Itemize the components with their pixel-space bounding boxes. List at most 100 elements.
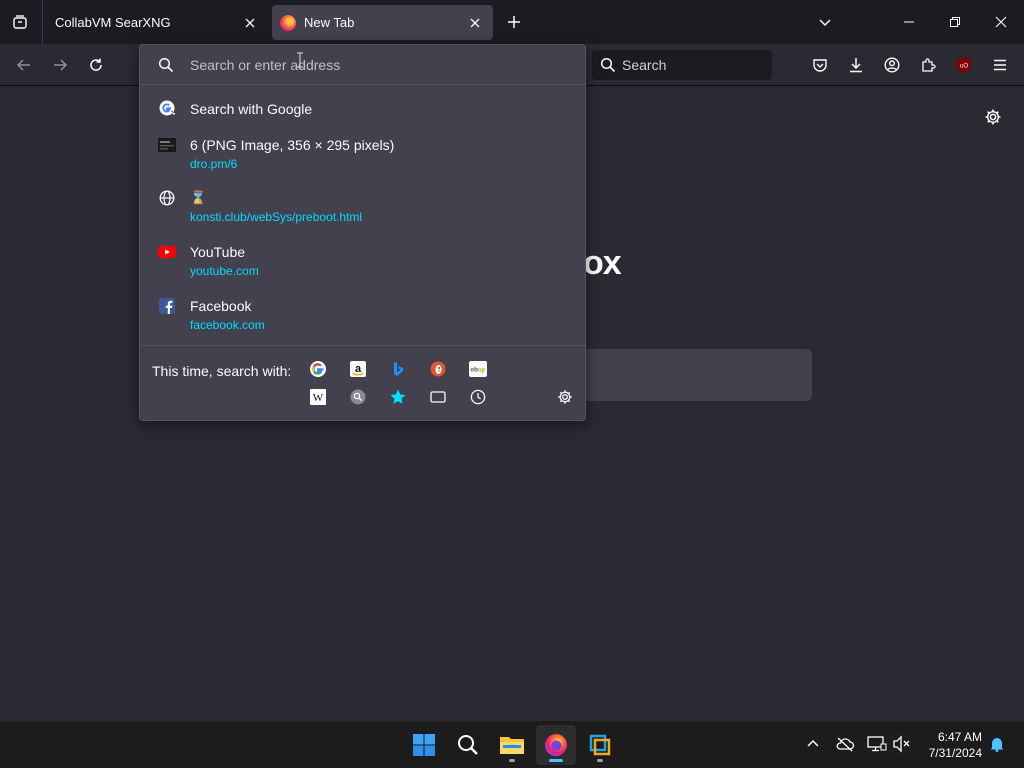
network-tray-icon[interactable] (866, 733, 888, 755)
tab-collabvm[interactable]: CollabVM SearXNG (43, 5, 268, 40)
engine-searxng-button[interactable] (348, 387, 368, 407)
taskbar-firefox[interactable] (536, 725, 576, 765)
plus-icon (508, 16, 520, 28)
result-url: facebook.com (190, 318, 265, 332)
urlbar-result-history[interactable]: 6 (PNG Image, 356 × 295 pixels) dro.pm/6 (140, 135, 585, 175)
hamburger-icon (994, 59, 1006, 71)
tab-close-button[interactable] (463, 11, 487, 35)
pocket-button[interactable] (805, 50, 835, 80)
one-off-label: This time, search with: (152, 363, 292, 379)
one-off-divider (140, 345, 585, 346)
urlbar-input[interactable] (190, 55, 570, 75)
engine-history-button[interactable] (468, 387, 488, 407)
tab-strip: CollabVM SearXNG New Tab (0, 0, 1024, 44)
taskbar-search-button[interactable] (448, 725, 488, 765)
tab-list-icon (13, 15, 27, 29)
gear-icon (558, 390, 572, 404)
ublock-button[interactable]: uO (949, 50, 979, 80)
minimize-button[interactable] (894, 8, 924, 36)
arrow-left-icon (16, 59, 30, 71)
tab-close-button[interactable] (238, 11, 262, 35)
clock-icon (470, 389, 486, 405)
show-hidden-icons-button[interactable] (802, 733, 824, 755)
bing-icon (394, 362, 403, 376)
star-icon (390, 389, 406, 404)
urlbar-result-history[interactable]: ⌛ konsti.club/webSys/preboot.html (140, 188, 585, 228)
searxng-icon (350, 389, 366, 405)
engine-wikipedia-button[interactable]: W (308, 387, 328, 407)
result-title: YouTube (190, 244, 246, 260)
ebay-icon: ebay (469, 361, 487, 377)
list-all-tabs-button[interactable] (810, 8, 840, 36)
firefox-icon (280, 14, 296, 31)
urlbar-dropdown: Search with Google 6 (PNG Image, 356 × 2… (139, 44, 586, 421)
urlbar (140, 45, 585, 85)
result-url: dro.pm/6 (190, 157, 238, 171)
forward-button[interactable] (45, 50, 75, 80)
restore-button[interactable] (940, 8, 970, 36)
running-indicator (509, 759, 515, 762)
chevron-down-icon (819, 19, 831, 27)
close-window-button[interactable] (986, 8, 1016, 36)
taskbar-virtualbox[interactable] (580, 725, 620, 765)
extensions-button[interactable] (913, 50, 943, 80)
cloud-off-icon (836, 737, 855, 752)
engine-amazon-button[interactable]: a (348, 359, 368, 379)
result-title: Facebook (190, 298, 252, 314)
google-icon (158, 99, 176, 117)
tab-title: CollabVM SearXNG (55, 15, 171, 30)
result-title: Search with Google (190, 101, 313, 117)
search-settings-button[interactable] (555, 387, 575, 407)
amazon-icon: a (350, 361, 366, 377)
notifications-button[interactable] (986, 733, 1008, 755)
tabs-icon (430, 391, 446, 403)
result-title: ⌛ (190, 190, 207, 205)
close-icon (470, 18, 480, 27)
svg-text:y: y (481, 367, 485, 374)
search-icon (600, 57, 616, 73)
search-icon (158, 57, 174, 73)
search-bar[interactable]: Search (592, 50, 772, 80)
svg-text:W: W (313, 392, 324, 404)
result-url: youtube.com (190, 264, 259, 278)
engine-bookmarks-button[interactable] (388, 387, 408, 407)
close-icon (245, 18, 255, 27)
newtab-search-box[interactable] (560, 349, 812, 401)
volume-tray-icon[interactable] (891, 733, 913, 755)
engine-ebay-button[interactable]: ebay (468, 359, 488, 379)
tab-title: New Tab (304, 15, 355, 30)
account-button[interactable] (877, 50, 907, 80)
tab-list-button[interactable] (6, 8, 34, 36)
globe-icon (158, 189, 176, 207)
engine-tabs-button[interactable] (428, 387, 448, 407)
taskbar-file-explorer[interactable] (492, 725, 532, 765)
urlbar-result-search[interactable]: Search with Google (140, 97, 585, 123)
puzzle-icon (922, 58, 936, 72)
urlbar-result-facebook[interactable]: Facebook facebook.com (140, 296, 585, 336)
google-icon (310, 361, 326, 377)
running-indicator (597, 759, 603, 762)
clock[interactable]: 6:47 AM 7/31/2024 (918, 729, 982, 761)
new-tab-button[interactable] (500, 8, 528, 36)
pocket-icon (813, 59, 827, 72)
urlbar-result-youtube[interactable]: YouTube youtube.com (140, 242, 585, 282)
reload-button[interactable] (81, 50, 111, 80)
onedrive-tray-icon[interactable] (834, 733, 856, 755)
minimize-icon (904, 21, 914, 23)
windows-icon (413, 734, 435, 756)
engine-duckduckgo-button[interactable] (428, 359, 448, 379)
image-thumb-icon (158, 136, 176, 154)
firefox-icon (545, 734, 567, 756)
back-button[interactable] (9, 50, 39, 80)
newtab-settings-button[interactable] (980, 104, 1006, 130)
engine-google-button[interactable] (308, 359, 328, 379)
engine-bing-button[interactable] (388, 359, 408, 379)
app-menu-button[interactable] (985, 50, 1015, 80)
taskbar-start-button[interactable] (404, 725, 444, 765)
tab-new-tab[interactable]: New Tab (272, 5, 493, 40)
reload-icon (90, 58, 102, 71)
chevron-up-icon (807, 739, 819, 747)
gear-icon (985, 109, 1001, 125)
ublock-icon: uO (957, 57, 971, 73)
downloads-button[interactable] (841, 50, 871, 80)
